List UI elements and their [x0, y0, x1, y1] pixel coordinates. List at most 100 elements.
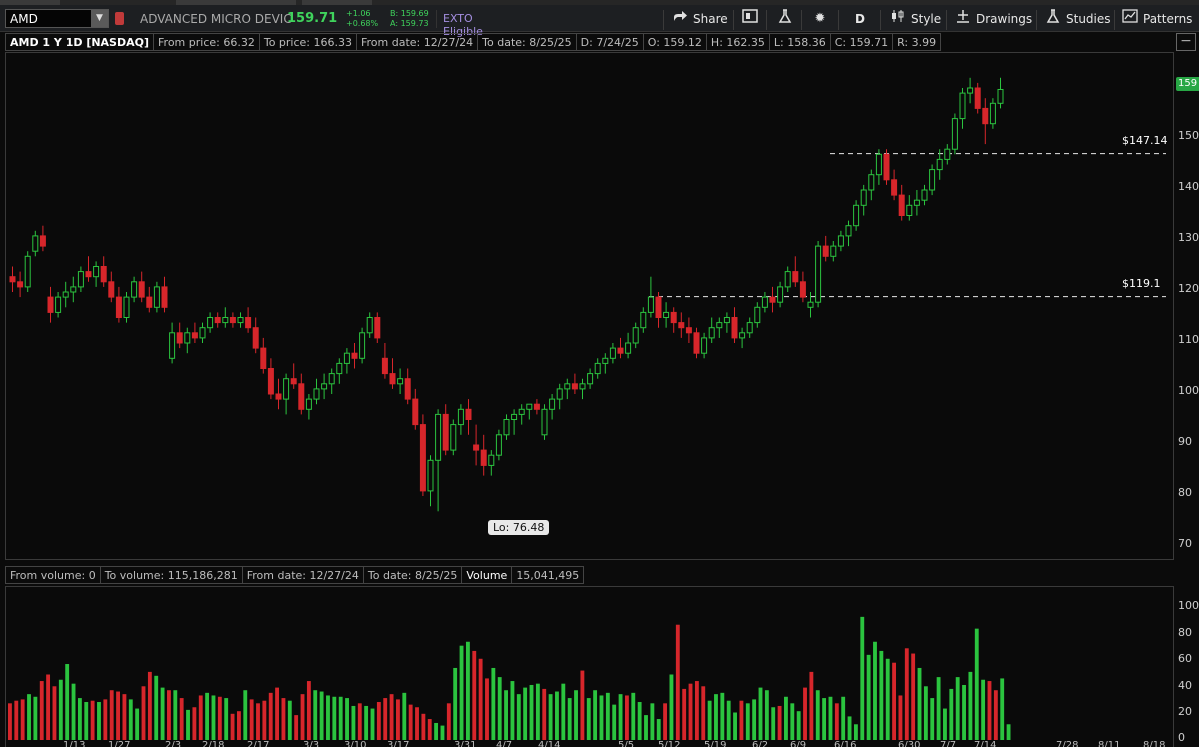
- volume-bar[interactable]: [109, 690, 114, 740]
- price-candle[interactable]: [93, 261, 100, 287]
- price-candle[interactable]: [412, 388, 419, 430]
- volume-bar[interactable]: [739, 700, 744, 740]
- volume-bar[interactable]: [548, 694, 553, 740]
- volume-bar[interactable]: [8, 703, 12, 740]
- volume-bar[interactable]: [917, 667, 922, 740]
- price-candle[interactable]: [39, 225, 46, 252]
- volume-bar[interactable]: [281, 698, 286, 740]
- price-candle[interactable]: [602, 353, 609, 374]
- volume-bar[interactable]: [319, 691, 324, 740]
- price-level-label-upper[interactable]: $147.14: [1122, 134, 1168, 147]
- price-candle[interactable]: [640, 307, 647, 333]
- volume-bar[interactable]: [580, 670, 585, 740]
- price-candle[interactable]: [138, 271, 145, 303]
- price-candle[interactable]: [769, 286, 776, 313]
- volume-bar[interactable]: [605, 692, 610, 740]
- volume-bar[interactable]: [949, 688, 954, 740]
- volume-bar[interactable]: [586, 698, 591, 740]
- price-candle[interactable]: [290, 363, 297, 389]
- price-candle[interactable]: [343, 348, 350, 374]
- volume-bar[interactable]: [71, 683, 76, 740]
- volume-bar[interactable]: [745, 703, 750, 740]
- price-candle[interactable]: [389, 358, 396, 389]
- volume-bar[interactable]: [122, 694, 127, 740]
- price-candle[interactable]: [716, 317, 723, 338]
- volume-bar[interactable]: [911, 653, 916, 740]
- volume-bar[interactable]: [707, 700, 712, 740]
- volume-bar[interactable]: [516, 694, 521, 740]
- volume-bar[interactable]: [847, 716, 852, 740]
- price-candle[interactable]: [853, 200, 860, 231]
- volume-bar[interactable]: [815, 690, 820, 740]
- price-candle[interactable]: [267, 358, 274, 400]
- volume-bar[interactable]: [644, 715, 648, 740]
- price-candle[interactable]: [283, 373, 290, 415]
- volume-bar[interactable]: [758, 687, 763, 740]
- price-candle[interactable]: [678, 312, 685, 338]
- price-candle[interactable]: [974, 82, 981, 114]
- price-candle[interactable]: [906, 195, 913, 221]
- volume-bar[interactable]: [453, 667, 458, 740]
- volume-bar[interactable]: [376, 702, 381, 740]
- volume-bar[interactable]: [663, 703, 668, 740]
- price-candle[interactable]: [176, 322, 183, 349]
- price-candle[interactable]: [207, 312, 214, 333]
- volume-bar[interactable]: [472, 650, 477, 740]
- price-candle[interactable]: [647, 276, 654, 318]
- price-candle[interactable]: [480, 434, 487, 476]
- price-candle[interactable]: [860, 184, 867, 216]
- price-candle[interactable]: [617, 337, 624, 359]
- price-candle[interactable]: [670, 307, 677, 333]
- volume-bar[interactable]: [383, 698, 388, 740]
- volume-bar[interactable]: [300, 694, 305, 740]
- volume-bar[interactable]: [427, 719, 432, 740]
- price-candle[interactable]: [313, 378, 320, 405]
- volume-bar[interactable]: [987, 681, 992, 740]
- price-candle[interactable]: [815, 241, 822, 308]
- price-candle[interactable]: [397, 368, 404, 395]
- price-candle[interactable]: [533, 399, 540, 415]
- price-candle[interactable]: [571, 373, 578, 394]
- price-candle[interactable]: [663, 302, 670, 328]
- volume-bar[interactable]: [904, 648, 909, 740]
- price-candle[interactable]: [594, 358, 601, 379]
- volume-bar[interactable]: [141, 686, 146, 740]
- volume-bar[interactable]: [20, 699, 25, 740]
- volume-bar[interactable]: [357, 703, 362, 740]
- volume-bar[interactable]: [803, 687, 807, 740]
- price-candle[interactable]: [427, 455, 434, 507]
- volume-bar[interactable]: [669, 674, 674, 741]
- share-button[interactable]: Share: [672, 10, 728, 28]
- volume-bar[interactable]: [192, 707, 197, 740]
- price-candle[interactable]: [503, 414, 510, 440]
- patterns-button[interactable]: Patterns: [1122, 9, 1192, 28]
- volume-bar[interactable]: [408, 704, 413, 740]
- price-candle[interactable]: [655, 292, 662, 328]
- volume-bar[interactable]: [612, 704, 617, 740]
- volume-bar[interactable]: [682, 688, 687, 740]
- price-candle[interactable]: [701, 332, 708, 359]
- price-candle[interactable]: [435, 409, 442, 512]
- volume-bar[interactable]: [205, 692, 210, 740]
- volume-bar[interactable]: [898, 695, 903, 740]
- volume-bar[interactable]: [688, 683, 693, 740]
- price-candle[interactable]: [298, 373, 305, 415]
- price-candle[interactable]: [929, 164, 936, 196]
- price-candle[interactable]: [245, 307, 252, 333]
- volume-bar[interactable]: [268, 692, 273, 740]
- price-candle[interactable]: [32, 230, 39, 257]
- price-candle[interactable]: [609, 343, 616, 364]
- volume-bar[interactable]: [485, 678, 489, 740]
- volume-bar[interactable]: [771, 707, 776, 740]
- price-candle[interactable]: [868, 169, 875, 201]
- price-axis[interactable]: 159 150 140 130 120 110 100 90 80 70: [1175, 52, 1199, 560]
- volume-bar[interactable]: [326, 695, 330, 740]
- volume-bar[interactable]: [351, 705, 356, 740]
- volume-bar[interactable]: [1000, 678, 1005, 740]
- volume-bar[interactable]: [77, 698, 82, 740]
- price-candle[interactable]: [161, 276, 168, 313]
- volume-bar[interactable]: [230, 713, 235, 740]
- price-candle[interactable]: [359, 327, 366, 364]
- volume-bar[interactable]: [52, 686, 57, 740]
- volume-bar[interactable]: [313, 690, 318, 740]
